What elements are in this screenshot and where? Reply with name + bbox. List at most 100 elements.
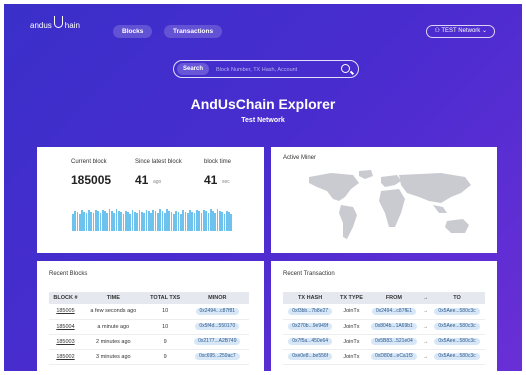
recent-blocks-card: Recent Blocks BLOCK # TIME TOTAL TXS MIN… bbox=[37, 261, 264, 371]
recent-transactions-card: Recent Transaction TX HASH TX TYPE FROM … bbox=[271, 261, 497, 371]
block-time-unit: sec bbox=[222, 179, 230, 185]
block-link[interactable]: 185002 bbox=[56, 354, 74, 360]
recent-blocks-title: Recent Blocks bbox=[49, 271, 88, 277]
table-row: 0x270b...9e949f JoinTx 0x804b...1A69b1 →… bbox=[283, 319, 485, 335]
table-row: 0x7f5a...450e64 JoinTx 0x5B83...521e04 →… bbox=[283, 334, 485, 350]
current-block-value: 185005 bbox=[71, 173, 112, 187]
search-icon[interactable] bbox=[341, 64, 350, 73]
table-row: 0xf3bb...7b8e27 JoinTx 0x2494...c87fE1 →… bbox=[283, 304, 485, 320]
block-link[interactable]: 185004 bbox=[56, 324, 74, 330]
miner-link[interactable]: 0x2177...A2B749 bbox=[194, 337, 241, 346]
table-header-row: BLOCK # TIME TOTAL TXS MINOR bbox=[49, 292, 249, 304]
table-row: 0xe0e8...be556f JoinTx 0xD80d...eCa1f3 →… bbox=[283, 349, 485, 365]
tx-type: JoinTx bbox=[337, 304, 366, 320]
world-map bbox=[309, 170, 471, 239]
logo-u-icon bbox=[53, 16, 63, 28]
active-miner-title: Active Miner bbox=[283, 155, 317, 161]
col-block: BLOCK # bbox=[49, 292, 82, 304]
recent-transactions-title: Recent Transaction bbox=[283, 271, 335, 277]
table-row: 185002 3 minutes ago 9 0xc695...259ac7 bbox=[49, 349, 249, 365]
arrow-right-icon: → bbox=[422, 304, 430, 320]
network-label: TEST Network bbox=[441, 28, 481, 34]
tx-hash-link[interactable]: 0x270b...9e949f bbox=[288, 322, 333, 331]
current-block-label: Current block bbox=[71, 159, 107, 165]
block-link[interactable]: 185003 bbox=[56, 339, 74, 345]
tx-type: JoinTx bbox=[337, 349, 366, 365]
from-link[interactable]: 0xD80d...eCa1f3 bbox=[371, 352, 417, 361]
block-time-bars bbox=[72, 209, 233, 231]
col-to: TO bbox=[429, 292, 485, 304]
block-time: a few seconds ago bbox=[81, 304, 145, 320]
south-america-shape bbox=[339, 205, 357, 239]
block-txs: 9 bbox=[144, 334, 186, 350]
from-link[interactable]: 0x2494...c87fE1 bbox=[371, 307, 416, 315]
col-minor: MINOR bbox=[185, 292, 249, 304]
tx-hash-link[interactable]: 0xe0e8...be556f bbox=[288, 352, 333, 361]
logo[interactable]: andus hain bbox=[30, 16, 80, 31]
col-tx-hash: TX HASH bbox=[283, 292, 338, 304]
chevron-down-icon: ⌄ bbox=[481, 28, 487, 34]
search-input[interactable] bbox=[216, 64, 336, 75]
block-txs: 9 bbox=[144, 349, 186, 365]
block-time: 2 minutes ago bbox=[81, 334, 145, 350]
miner-link[interactable]: 0xc695...259ac7 bbox=[194, 352, 240, 361]
col-tx-type: TX TYPE bbox=[337, 292, 366, 304]
search-label: Search bbox=[177, 63, 210, 75]
stats-card: Current block 185005 Since latest block … bbox=[37, 147, 264, 253]
table-header-row: TX HASH TX TYPE FROM → TO bbox=[283, 292, 485, 304]
to-link[interactable]: 0x5Aee...580c3c bbox=[434, 337, 480, 346]
nav-blocks-button[interactable]: Blocks bbox=[113, 25, 153, 38]
block-txs: 10 bbox=[144, 304, 186, 320]
network-icon: ⚇ bbox=[434, 28, 440, 34]
from-link[interactable]: 0x5B83...521e04 bbox=[371, 337, 417, 346]
table-row: 185005 a few seconds ago 10 0x2494...c87… bbox=[49, 304, 249, 320]
col-time: TIME bbox=[81, 292, 145, 304]
block-link[interactable]: 185005 bbox=[56, 308, 74, 314]
since-latest-value: 41 bbox=[135, 173, 149, 187]
tx-type: JoinTx bbox=[337, 319, 366, 335]
tx-hash-link[interactable]: 0xf3bb...7b8e27 bbox=[288, 307, 333, 315]
arrow-right-icon: → bbox=[422, 334, 430, 350]
col-total-txs: TOTAL TXS bbox=[144, 292, 186, 304]
network-select[interactable]: ⚇ TEST Network ⌄ bbox=[426, 25, 495, 38]
table-row: 185004 a minute ago 10 0x5f4d...550170 bbox=[49, 319, 249, 335]
arrow-right-icon: → bbox=[422, 349, 430, 365]
to-link[interactable]: 0x5Aee...580c3c bbox=[434, 322, 480, 331]
arrow-right-icon: → bbox=[422, 319, 430, 335]
block-time-label: block time bbox=[204, 159, 232, 165]
block-time-value: 41 bbox=[204, 173, 218, 187]
logo-text-right: hain bbox=[64, 20, 80, 30]
tx-type: JoinTx bbox=[337, 334, 366, 350]
col-from: FROM bbox=[365, 292, 423, 304]
block-time-bar bbox=[230, 213, 233, 231]
logo-text-left: andus bbox=[30, 20, 52, 30]
active-miner-card: Active Miner bbox=[271, 147, 497, 253]
africa-shape bbox=[379, 189, 405, 227]
hero-banner: andus hain Blocks Transactions ⚇ TEST Ne… bbox=[4, 4, 522, 371]
miner-link[interactable]: 0x2494...c87f81 bbox=[195, 307, 240, 315]
greenland-shape bbox=[359, 170, 373, 179]
since-latest-label: Since latest block bbox=[135, 159, 182, 165]
from-link[interactable]: 0x804b...1A69b1 bbox=[371, 322, 417, 331]
nav-transactions-button[interactable]: Transactions bbox=[164, 25, 223, 38]
since-latest-unit: ago bbox=[153, 179, 162, 185]
block-txs: 10 bbox=[144, 319, 186, 335]
to-link[interactable]: 0x5Aee...580c3c bbox=[434, 352, 480, 361]
recent-transactions-table: TX HASH TX TYPE FROM → TO 0xf3bb...7b8e2… bbox=[283, 292, 485, 365]
southeast-asia-shape bbox=[433, 205, 447, 213]
australia-shape bbox=[445, 219, 469, 233]
north-america-shape bbox=[309, 173, 359, 201]
col-arrow: → bbox=[422, 292, 430, 304]
europe-shape bbox=[381, 175, 401, 187]
block-time: a minute ago bbox=[81, 319, 145, 335]
block-time: 3 minutes ago bbox=[81, 349, 145, 365]
table-row: 185003 2 minutes ago 9 0x2177...A2B749 bbox=[49, 334, 249, 350]
page-title: AndUsChain Explorer bbox=[190, 96, 336, 112]
tx-hash-link[interactable]: 0x7f5a...450e64 bbox=[288, 337, 333, 346]
search-bar: Search bbox=[173, 60, 359, 78]
page-subtitle: Test Network bbox=[241, 117, 285, 124]
recent-blocks-table: BLOCK # TIME TOTAL TXS MINOR 185005 a fe… bbox=[49, 292, 249, 365]
top-nav: andus hain Blocks Transactions ⚇ TEST Ne… bbox=[4, 4, 522, 38]
to-link[interactable]: 0x5Aee...580c3c bbox=[434, 307, 480, 315]
miner-link[interactable]: 0x5f4d...550170 bbox=[195, 322, 240, 331]
